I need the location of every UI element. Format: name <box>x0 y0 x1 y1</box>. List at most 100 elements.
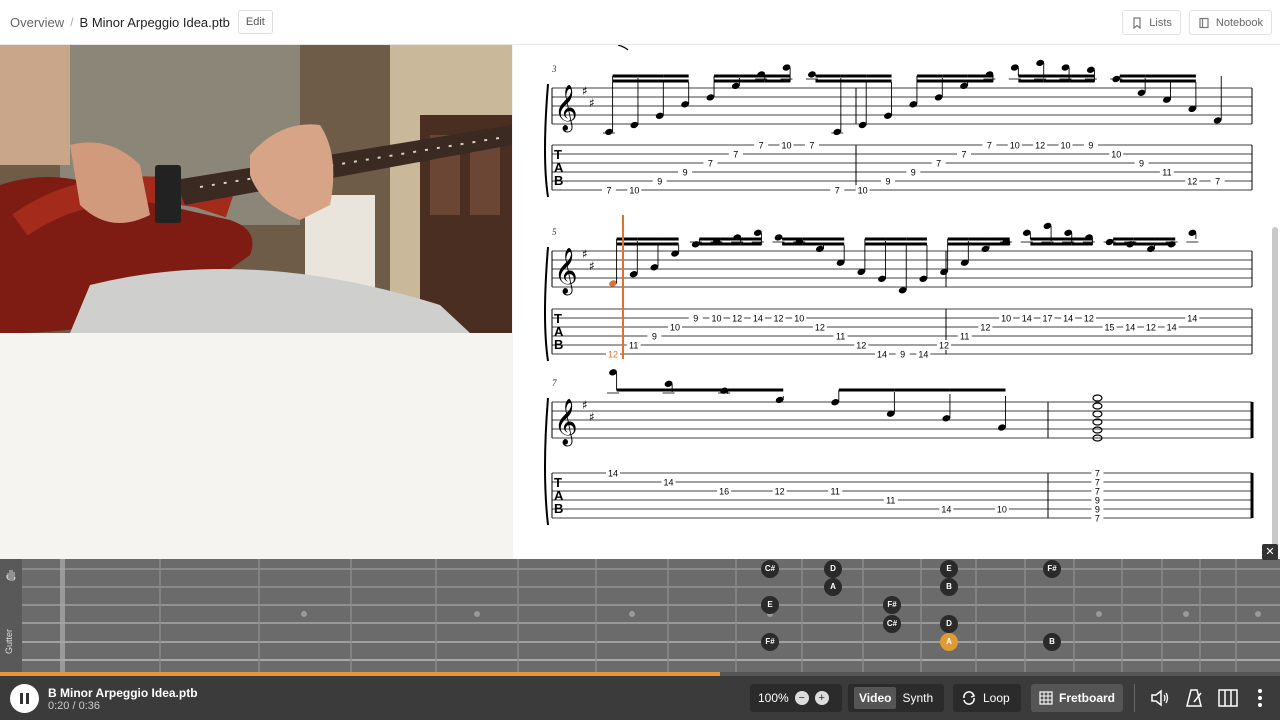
player-bar: B Minor Arpeggio Idea.ptb 0:20 / 0:36 10… <box>0 676 1280 720</box>
notation-score: 3𝄞 ♯♯TAB7 1099777 10 77 1099777 10 12 10 91091112… <box>544 44 1254 526</box>
top-bar: Overview / B Minor Arpeggio Idea.ptb Edi… <box>0 0 1280 45</box>
tab-fret-number: 10 <box>782 141 792 151</box>
fret-note: F# <box>761 633 779 651</box>
tab-fret-number: 7 <box>1095 514 1100 524</box>
metronome-icon[interactable] <box>1183 686 1207 710</box>
tab-fret-number: 12 <box>732 314 742 324</box>
notebook-button[interactable]: Notebook <box>1188 10 1272 35</box>
tab-fret-number: 11 <box>629 341 638 351</box>
guitarist-video-frame <box>0 45 512 333</box>
zoom-out-button[interactable]: − <box>794 691 809 705</box>
tab-fret-number: 12 <box>1187 177 1197 187</box>
left-empty-pane <box>0 333 512 559</box>
tab-fret-number: 11 <box>831 487 840 497</box>
tab-fret-number: 10 <box>858 186 868 196</box>
close-fretboard-button[interactable]: ✕ <box>1262 544 1278 560</box>
tab-fret-number: 12 <box>774 314 784 324</box>
instrument-tab[interactable]: Gutter <box>0 559 22 672</box>
tab-fret-number: 15 <box>1105 323 1115 333</box>
tab-fret-number: 14 <box>608 469 618 479</box>
loop-label: Loop <box>983 691 1010 705</box>
player-time: 0:20 / 0:36 <box>48 700 100 712</box>
tab-fret-number: 9 <box>885 177 890 187</box>
tab-fret-number: 14 <box>877 350 887 360</box>
key-signature-sharp: ♯ <box>589 96 595 110</box>
tab-fret-number: 10 <box>794 314 804 324</box>
tab-fret-number: 10 <box>1060 141 1070 151</box>
tab-fret-number: 7 <box>1215 177 1220 187</box>
loop-button[interactable]: Loop <box>953 684 1021 712</box>
tab-fret-number: 12 <box>939 341 949 351</box>
tab-fret-number: 11 <box>836 332 845 342</box>
tab-fret-number: 10 <box>1001 314 1011 324</box>
tab-fret-number: 10 <box>670 323 680 333</box>
tab-clef-letter: B <box>554 501 563 516</box>
fretboard-strings <box>22 559 1280 672</box>
tab-fret-number: 12 <box>1146 323 1156 333</box>
measure-number: 5 <box>552 227 557 237</box>
treble-clef: 𝄞 <box>554 248 578 296</box>
tab-fret-number: 12 <box>775 487 785 497</box>
whole-notehead <box>1092 402 1103 410</box>
key-signature-sharp: ♯ <box>589 410 595 424</box>
video-toggle[interactable]: Video <box>854 687 897 709</box>
breadcrumb-separator: / <box>70 15 74 29</box>
tab-fret-number: 17 <box>1042 314 1052 324</box>
whole-notehead <box>1092 394 1103 402</box>
tab-fret-number: 11 <box>1162 168 1171 178</box>
volume-icon[interactable] <box>1148 686 1172 710</box>
file-title: B Minor Arpeggio Idea.ptb <box>79 14 230 30</box>
tab-fret-number: 9 <box>1088 141 1093 151</box>
score-view[interactable]: 3 𝄞 ♯ ♯ T A B 7 10 9 9 7 7 7 10 7 7 10 9 9 7 7 7 10 12 10 9 10 9 11 12… <box>513 44 1280 599</box>
treble-clef: 𝄞 <box>554 399 578 447</box>
tab-fret-number: 12 <box>815 323 825 333</box>
tab-fret-number: 12 <box>980 323 990 333</box>
zoom-in-button[interactable]: + <box>814 691 829 705</box>
tab-fret-number: 11 <box>886 496 895 506</box>
tab-fret-number: 7 <box>835 186 840 196</box>
piano-icon[interactable] <box>1216 686 1240 710</box>
tab-fret-number: 14 <box>1187 314 1197 324</box>
video-player[interactable] <box>0 45 512 333</box>
edit-button[interactable]: Edit <box>237 10 273 34</box>
instrument-label: Gutter <box>4 628 14 654</box>
tab-fret-number: 12 <box>1084 314 1094 324</box>
tab-fret-number: 14 <box>664 478 674 488</box>
player-song-title: B Minor Arpeggio Idea.ptb <box>48 686 198 700</box>
tab-fret-number: 12 <box>856 341 866 351</box>
fret-note: B <box>940 578 958 596</box>
tab-fret-number: 14 <box>1167 323 1177 333</box>
tab-fret-number: 14 <box>918 350 928 360</box>
system-bracket <box>544 83 549 198</box>
lists-button[interactable]: Lists <box>1122 10 1181 35</box>
tie-fragment <box>617 44 629 51</box>
tab-fret-number: 7 <box>606 186 611 196</box>
tab-fret-number: 12 <box>1035 141 1045 151</box>
tab-fret-number: 7 <box>936 159 941 169</box>
synth-toggle[interactable]: Synth <box>902 691 933 705</box>
more-options-icon[interactable] <box>1248 686 1272 710</box>
notebook-label: Notebook <box>1215 16 1263 29</box>
tab-fret-number: 12 <box>608 350 618 360</box>
pause-icon-bar <box>20 693 23 704</box>
tab-fret-number: 14 <box>1022 314 1032 324</box>
pause-button[interactable] <box>10 684 39 713</box>
tab-fret-number: 14 <box>1125 323 1135 333</box>
loop-icon <box>963 691 976 705</box>
pause-icon-bar <box>26 693 29 704</box>
tab-fret-number: 9 <box>911 168 916 178</box>
fret-note: F# <box>883 596 901 614</box>
fretboard-toggle[interactable]: Fretboard <box>1031 684 1123 712</box>
tab-fret-number: 7 <box>987 141 992 151</box>
breadcrumb-overview[interactable]: Overview <box>10 15 64 30</box>
toolbar-divider <box>1134 684 1135 712</box>
measure-number: 7 <box>552 378 557 388</box>
key-signature-sharp: ♯ <box>582 84 588 98</box>
notebook-icon <box>1199 17 1209 28</box>
key-signature-sharp: ♯ <box>582 398 588 412</box>
audio-source-toggle: Video Synth <box>848 684 944 712</box>
tab-fret-number: 9 <box>1139 159 1144 169</box>
tab-clef-letter: B <box>554 337 563 352</box>
tab-fret-number: 9 <box>657 177 662 187</box>
tab-fret-number: 10 <box>997 505 1007 515</box>
